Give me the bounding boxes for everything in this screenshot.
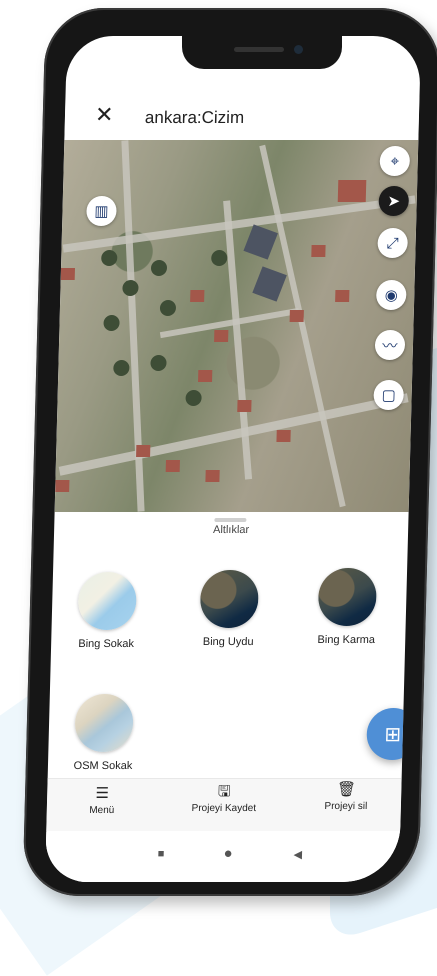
sheet-drag-handle[interactable] <box>214 518 247 522</box>
menu-icon: ☰ <box>95 785 110 802</box>
compass-icon: ➤ <box>387 193 401 210</box>
front-camera <box>294 45 303 54</box>
add-photo-icon: ⊞ <box>384 723 402 746</box>
save-icon: 🖫 <box>217 783 231 800</box>
page-title: ankara:Cizim <box>144 108 245 127</box>
trash-icon: 🗑 <box>336 781 357 798</box>
point-icon: ◉ <box>384 287 399 304</box>
map-building <box>165 460 180 472</box>
layer-option-bing-karma[interactable]: Bing Karma <box>301 568 393 646</box>
layer-thumbnail <box>74 694 134 752</box>
map-building <box>311 245 326 257</box>
map-tree <box>103 315 120 331</box>
map-building <box>198 370 213 382</box>
map-tree <box>211 250 228 266</box>
layer-thumbnail <box>77 572 138 630</box>
map-building <box>136 445 151 457</box>
map-building <box>276 430 291 442</box>
map-building <box>55 480 70 492</box>
map-building <box>289 310 304 322</box>
layer-option-bing-sokak[interactable]: Bing Sokak <box>61 572 153 650</box>
map-tree <box>113 360 130 376</box>
map-building <box>252 266 287 302</box>
map-tree <box>101 250 118 266</box>
phone-mockup: ✕ ankara:Cizim ⌖ ▥ ➤ ⤢ ◉ 〰 ▢ Altlıklar B… <box>22 8 437 896</box>
polyline-icon: 〰 <box>382 337 398 355</box>
map-building <box>243 224 278 260</box>
map-road <box>58 393 409 476</box>
sheet-title: Altlıklar <box>212 524 250 536</box>
map-tree <box>185 390 202 406</box>
map-building <box>237 400 252 412</box>
layer-thumbnail <box>199 570 260 628</box>
back-icon[interactable]: ◀ <box>293 848 302 861</box>
nav-delete-label: Projeyi sil <box>324 801 368 812</box>
nav-delete-project[interactable]: 🗑 Projeyi sil <box>291 781 402 812</box>
map-building <box>190 290 205 302</box>
map-view[interactable] <box>54 140 419 512</box>
crosshair-icon: ⌖ <box>390 152 400 170</box>
nav-save-label: Projeyi Kaydet <box>191 803 257 814</box>
map-tree <box>159 300 177 316</box>
map-building <box>335 290 350 302</box>
layer-label: Bing Sokak <box>78 638 135 650</box>
bottom-nav: ☰ Menü 🖫 Projeyi Kaydet 🗑 Projeyi sil <box>46 778 402 831</box>
nav-save-project[interactable]: 🖫 Projeyi Kaydet <box>169 783 280 814</box>
map-road <box>259 144 346 508</box>
recent-apps-icon[interactable]: ■ <box>157 848 164 860</box>
top-bar: ✕ ankara:Cizim <box>64 96 420 140</box>
layer-option-bing-uydu[interactable]: Bing Uydu <box>183 570 275 648</box>
system-nav-bar: ■ ● ◀ <box>44 832 401 882</box>
phone-notch <box>182 35 342 69</box>
map-building <box>337 180 367 202</box>
map-building <box>214 330 229 342</box>
map-building <box>60 268 76 280</box>
layer-thumbnail <box>317 568 378 626</box>
map-road <box>159 307 300 339</box>
layer-label: Bing Karma <box>317 634 376 646</box>
map-tree <box>150 260 168 276</box>
layer-label: OSM Sokak <box>73 760 133 772</box>
map-building <box>205 470 220 482</box>
fullscreen-icon: ⤢ <box>386 234 399 252</box>
home-icon[interactable]: ● <box>223 845 233 862</box>
map-icon: ▥ <box>94 203 109 220</box>
nav-menu-label: Menü <box>89 805 115 816</box>
polygon-icon: ▢ <box>381 387 396 404</box>
layer-option-osm-sokak[interactable]: OSM Sokak <box>58 694 150 772</box>
speaker <box>234 47 284 52</box>
map-tree <box>122 280 139 296</box>
map-tree <box>150 355 167 371</box>
layer-label: Bing Uydu <box>202 636 254 648</box>
close-icon[interactable]: ✕ <box>95 102 114 128</box>
map-road <box>62 195 416 253</box>
nav-menu[interactable]: ☰ Menü <box>47 785 158 816</box>
app-screen: ✕ ankara:Cizim ⌖ ▥ ➤ ⤢ ◉ 〰 ▢ Altlıklar B… <box>44 36 422 882</box>
